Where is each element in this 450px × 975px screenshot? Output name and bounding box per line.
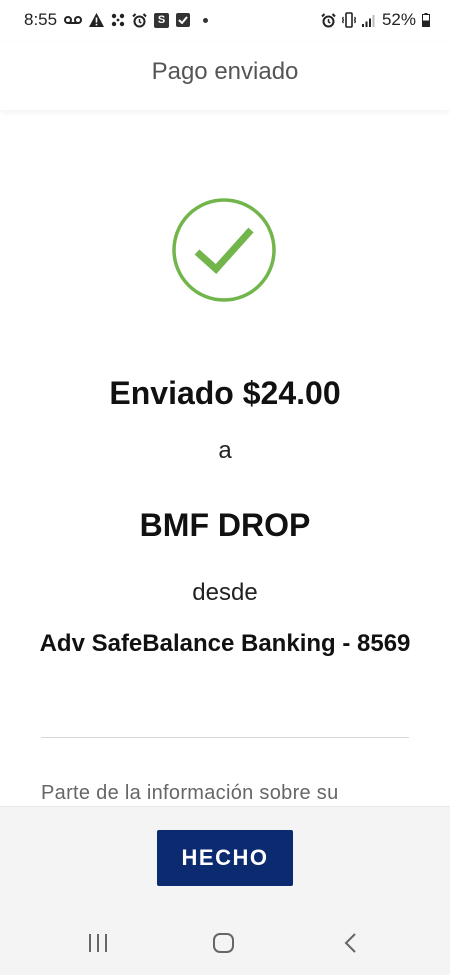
status-bar-right: 52% <box>321 10 430 30</box>
voicemail-icon <box>64 12 83 28</box>
status-bar: 8:55 S 52% <box>0 0 450 42</box>
check-box-icon <box>176 13 191 27</box>
notification-dot <box>203 17 209 23</box>
to-label: a <box>218 437 232 464</box>
battery-percent: 52% <box>381 10 416 29</box>
warning-icon <box>89 12 105 28</box>
dots-grid-icon <box>111 12 125 28</box>
back-icon[interactable] <box>330 928 370 958</box>
from-label: desde <box>192 579 258 606</box>
alarm-icon <box>132 12 147 28</box>
check-circle-icon <box>171 197 277 303</box>
home-icon[interactable] <box>204 928 244 958</box>
alarm-icon <box>321 12 336 28</box>
recipient-name: BMF DROP <box>139 507 311 543</box>
sent-amount: Enviado $24.00 <box>109 375 341 411</box>
signal-icon <box>361 12 376 28</box>
recent-apps-icon[interactable] <box>78 928 118 958</box>
bottom-action-panel: HECHO <box>0 806 450 911</box>
info-text: Parte de la información sobre su <box>41 782 339 804</box>
s-app-icon: S <box>154 12 170 28</box>
page-title: Pago enviado <box>151 58 299 85</box>
battery-icon <box>422 12 430 28</box>
done-button[interactable]: HECHO <box>157 830 293 886</box>
navigation-bar <box>0 910 450 975</box>
app-header: Pago enviado <box>0 42 450 110</box>
source-account: Adv SafeBalance Banking - 8569 <box>39 630 411 657</box>
status-bar-left: 8:55 S <box>24 10 209 30</box>
divider <box>41 737 409 738</box>
status-time: 8:55 <box>24 10 58 29</box>
vibrate-icon <box>341 12 356 28</box>
